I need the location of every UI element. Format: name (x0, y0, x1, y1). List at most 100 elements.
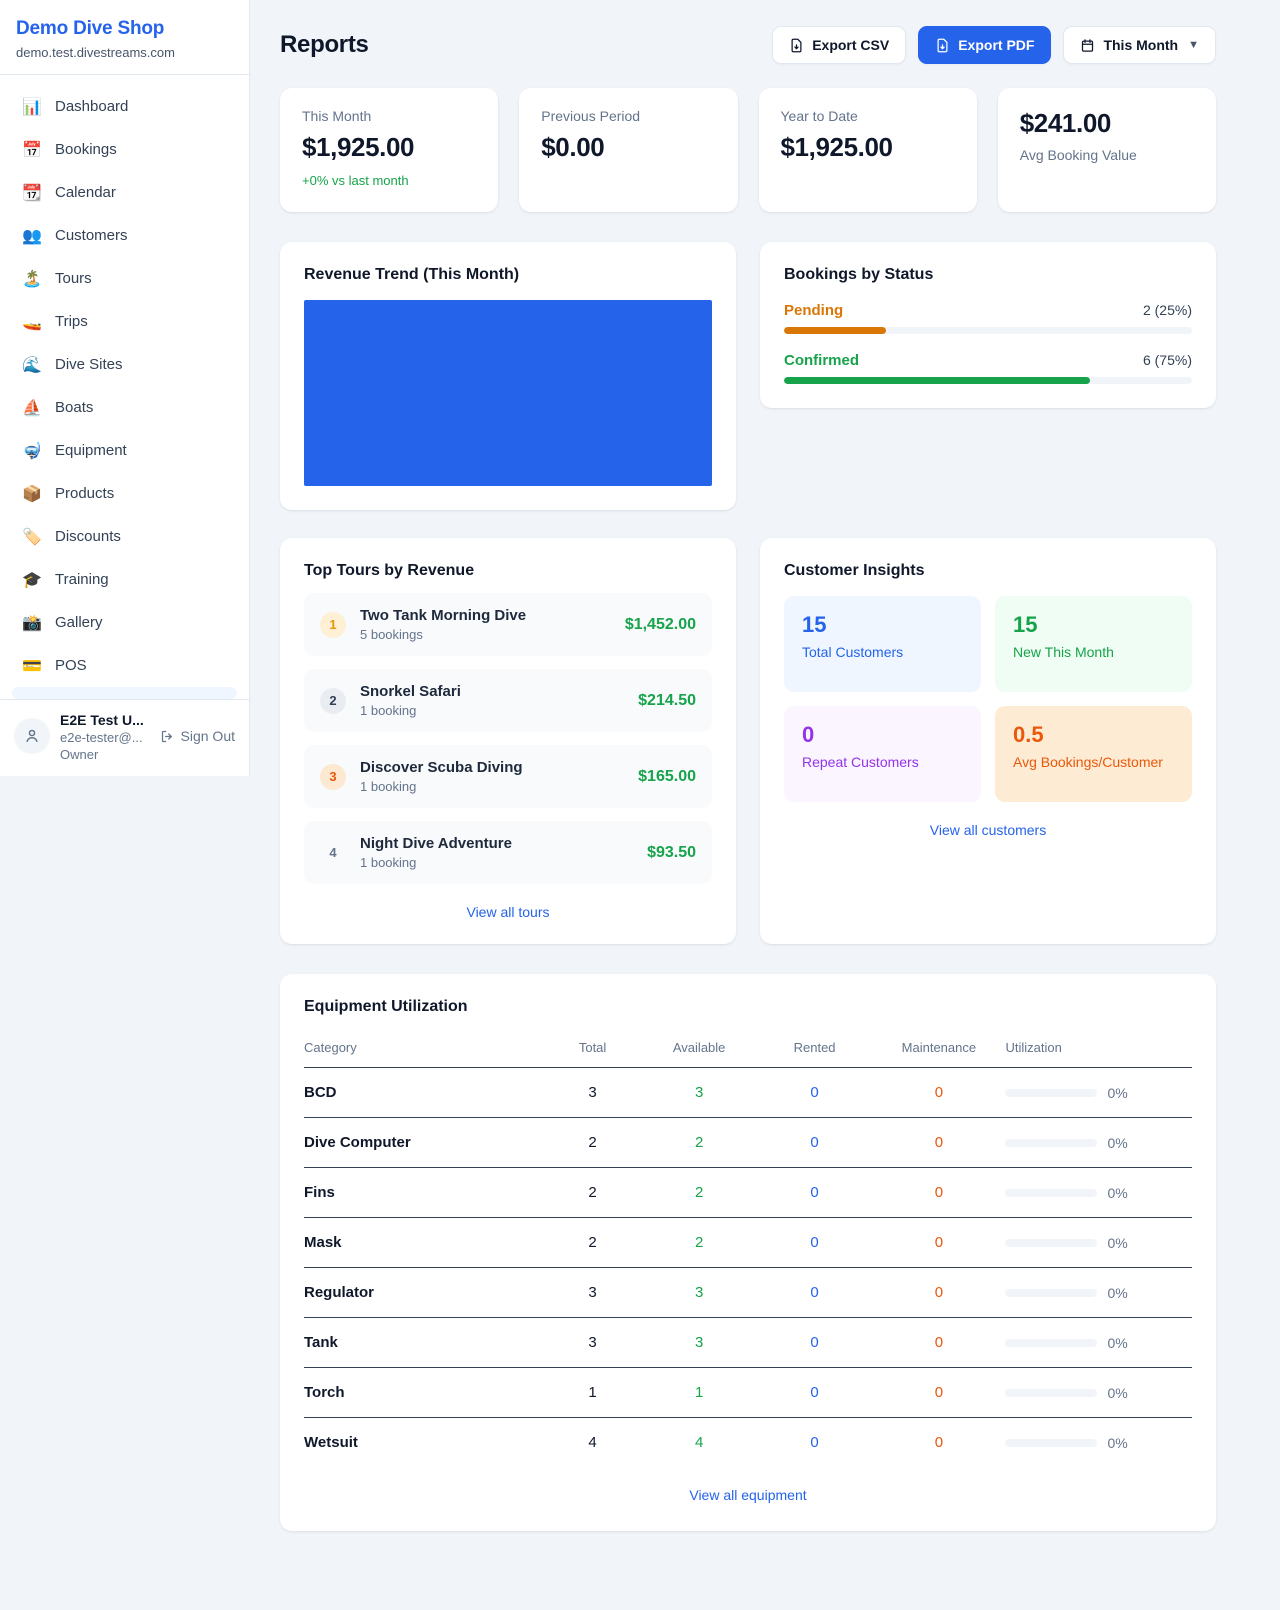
cell-rented: 0 (757, 1418, 872, 1468)
stat-card-avg-booking-value: $241.00 Avg Booking Value (998, 88, 1216, 212)
sidebar-nav: 📊 Dashboard 📅 Bookings 📆 Calendar 👥 Cust… (0, 75, 249, 699)
sidebar-item-calendar[interactable]: 📆 Calendar (12, 171, 237, 214)
equipment-utilization-card: Equipment Utilization Category Total Ava… (280, 974, 1216, 1531)
period-select[interactable]: This Month ▼ (1063, 26, 1216, 64)
progress-track (784, 327, 1192, 334)
utilization-track (1005, 1139, 1097, 1147)
equipment-table: Category Total Available Rented Maintena… (304, 1030, 1192, 1467)
cell-total: 4 (544, 1418, 642, 1468)
utilization-percent: 0% (1107, 1085, 1127, 1101)
utilization-track (1005, 1189, 1097, 1197)
insight-tile-repeat-customers: 0 Repeat Customers (784, 706, 981, 802)
rank-badge: 1 (320, 612, 346, 638)
sidebar-item-products[interactable]: 📦 Products (12, 472, 237, 515)
status-value: 6 (75%) (1143, 352, 1192, 368)
sidebar-item-boats[interactable]: ⛵ Boats (12, 386, 237, 429)
tour-revenue: $1,452.00 (625, 616, 696, 634)
island-icon: 🏝️ (22, 269, 42, 289)
export-csv-button[interactable]: Export CSV (772, 26, 906, 64)
export-csv-label: Export CSV (812, 37, 889, 53)
status-value: 2 (25%) (1143, 302, 1192, 318)
col-rented: Rented (757, 1030, 872, 1068)
cell-category: Mask (304, 1218, 544, 1268)
col-category: Category (304, 1030, 544, 1068)
cell-maintenance: 0 (872, 1368, 1005, 1418)
cell-maintenance: 0 (872, 1418, 1005, 1468)
cell-maintenance: 0 (872, 1168, 1005, 1218)
progress-fill-confirmed (784, 377, 1090, 384)
table-row: Mask 2 2 0 0 0% (304, 1218, 1192, 1268)
tour-name: Two Tank Morning Dive (360, 607, 611, 624)
person-icon (23, 727, 41, 745)
utilization-percent: 0% (1107, 1385, 1127, 1401)
tour-revenue: $214.50 (638, 692, 696, 710)
table-row: Wetsuit 4 4 0 0 0% (304, 1418, 1192, 1468)
cell-maintenance: 0 (872, 1268, 1005, 1318)
sidebar-item-active-partial[interactable] (12, 687, 237, 699)
insight-tile-total-customers: 15 Total Customers (784, 596, 981, 692)
shop-name: Demo Dive Shop (16, 18, 233, 40)
export-pdf-button[interactable]: Export PDF (918, 26, 1051, 64)
cell-available: 3 (641, 1268, 756, 1318)
cell-total: 3 (544, 1268, 642, 1318)
sidebar-item-trips[interactable]: 🚤 Trips (12, 300, 237, 343)
cell-utilization: 0% (1005, 1218, 1192, 1268)
cell-total: 1 (544, 1368, 642, 1418)
table-row: Regulator 3 3 0 0 0% (304, 1268, 1192, 1318)
package-icon: 📦 (22, 484, 42, 504)
rank-badge: 2 (320, 688, 346, 714)
cell-available: 2 (641, 1168, 756, 1218)
cell-utilization: 0% (1005, 1418, 1192, 1468)
sidebar-item-pos[interactable]: 💳 POS (12, 644, 237, 687)
sidebar-item-label: Dashboard (55, 98, 128, 115)
cell-total: 3 (544, 1068, 642, 1118)
sidebar-item-customers[interactable]: 👥 Customers (12, 214, 237, 257)
camera-icon: 📸 (22, 613, 42, 633)
stat-label: Avg Booking Value (1020, 147, 1194, 163)
cell-rented: 0 (757, 1218, 872, 1268)
col-total: Total (544, 1030, 642, 1068)
sidebar-item-tours[interactable]: 🏝️ Tours (12, 257, 237, 300)
view-all-tours-link[interactable]: View all tours (304, 904, 712, 920)
sidebar-item-gallery[interactable]: 📸 Gallery (12, 601, 237, 644)
cell-available: 4 (641, 1418, 756, 1468)
table-header-row: Category Total Available Rented Maintena… (304, 1030, 1192, 1068)
sidebar-item-discounts[interactable]: 🏷️ Discounts (12, 515, 237, 558)
utilization-track (1005, 1289, 1097, 1297)
avatar (14, 718, 50, 754)
sidebar-item-bookings[interactable]: 📅 Bookings (12, 128, 237, 171)
rank-badge: 3 (320, 764, 346, 790)
view-all-customers-link[interactable]: View all customers (784, 822, 1192, 838)
sidebar-item-equipment[interactable]: 🤿 Equipment (12, 429, 237, 472)
wave-icon: 🌊 (22, 355, 42, 375)
utilization-track (1005, 1239, 1097, 1247)
sidebar-item-dive-sites[interactable]: 🌊 Dive Sites (12, 343, 237, 386)
insight-label: Avg Bookings/Customer (1013, 754, 1174, 770)
stat-label: Year to Date (781, 108, 955, 124)
cell-total: 2 (544, 1168, 642, 1218)
sidebar-item-label: Dive Sites (55, 356, 123, 373)
tour-revenue: $165.00 (638, 768, 696, 786)
sidebar-item-label: Tours (55, 270, 92, 287)
sidebar-item-dashboard[interactable]: 📊 Dashboard (12, 85, 237, 128)
tour-bookings: 1 booking (360, 779, 624, 794)
main-content: Reports Export CSV Export PDF (250, 0, 1280, 1563)
cell-rented: 0 (757, 1318, 872, 1368)
view-all-equipment-link[interactable]: View all equipment (304, 1487, 1192, 1503)
sign-out-button[interactable]: Sign Out (160, 728, 235, 744)
insight-label: Total Customers (802, 644, 963, 660)
stat-card-previous-period: Previous Period $0.00 (519, 88, 737, 212)
cell-available: 2 (641, 1118, 756, 1168)
cell-maintenance: 0 (872, 1068, 1005, 1118)
cell-category: Fins (304, 1168, 544, 1218)
cell-category: Regulator (304, 1268, 544, 1318)
tour-list-item: 4 Night Dive Adventure 1 booking $93.50 (304, 821, 712, 884)
sidebar-header: Demo Dive Shop demo.test.divestreams.com (0, 0, 249, 75)
graduation-cap-icon: 🎓 (22, 570, 42, 590)
cell-maintenance: 0 (872, 1218, 1005, 1268)
insight-value: 15 (802, 612, 963, 638)
file-download-icon (935, 38, 950, 53)
stat-card-year-to-date: Year to Date $1,925.00 (759, 88, 977, 212)
sidebar-item-training[interactable]: 🎓 Training (12, 558, 237, 601)
sidebar-item-label: Bookings (55, 141, 117, 158)
